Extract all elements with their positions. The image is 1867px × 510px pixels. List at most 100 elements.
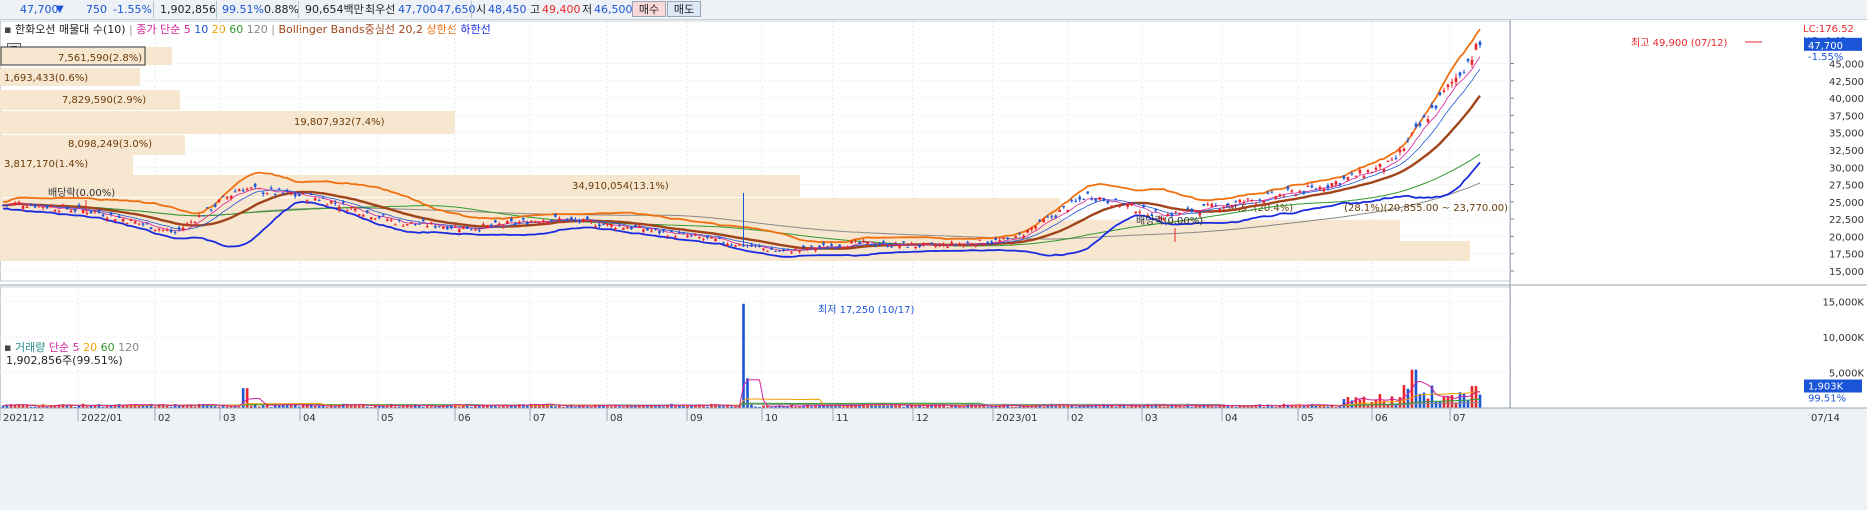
candle-body <box>1382 168 1386 172</box>
price-tick-label: 42,500 <box>1829 77 1864 88</box>
candle-body <box>622 227 625 230</box>
candle-body <box>165 229 169 231</box>
candle-body <box>133 221 137 224</box>
stock-chart[interactable]: 7,561,590(2.8%) 1,693,433(0.6%) 7,829,590(… <box>0 20 1867 510</box>
time-axis: 2021/12 2022/01 02 03 04 05 06 07 08 09 10 11 12 2023… <box>0 407 1867 510</box>
volume-pane <box>0 286 1511 409</box>
candle-body <box>417 223 421 225</box>
candle-body <box>1002 237 1005 239</box>
candle-body <box>1142 205 1146 207</box>
candle-body <box>1266 192 1270 194</box>
candle-body <box>337 206 341 210</box>
price-tick-label: 22,500 <box>1829 215 1864 226</box>
candle-body <box>1298 191 1302 193</box>
candle-body <box>1438 92 1442 95</box>
candle-body <box>1354 176 1358 178</box>
candle-body <box>674 236 677 238</box>
candle-body <box>534 221 537 223</box>
volume-bar <box>1438 401 1442 408</box>
sell-button[interactable]: 매도 <box>667 1 701 17</box>
candle-body <box>1306 186 1310 188</box>
candle-body <box>606 223 609 225</box>
candle-body <box>922 243 925 245</box>
right-axis: 45,00042,50040,00037,50035,00032,50030,0… <box>1510 24 1864 405</box>
candle-body <box>321 197 325 199</box>
candle-body <box>642 229 645 232</box>
best-ask: 47,700 <box>398 3 437 16</box>
candle-body <box>1178 212 1182 214</box>
volume-bar <box>1466 399 1470 408</box>
candle-body <box>1174 211 1178 213</box>
candle-body <box>265 193 269 195</box>
candle-body <box>225 197 229 199</box>
candle-body <box>97 210 101 213</box>
candle-body <box>834 247 837 249</box>
volume-bar <box>1434 401 1438 408</box>
candle-body <box>1182 210 1186 212</box>
candle-body <box>189 221 193 223</box>
candle-body <box>253 183 257 187</box>
candle-body <box>510 218 513 222</box>
range-annotation: (28.1%)(20,855.00 ~ 23,770.00) <box>1344 203 1508 214</box>
price-tick-label: 30,000 <box>1829 163 1864 174</box>
open-label: 시 <box>476 3 487 16</box>
low-label: 저 <box>582 3 593 16</box>
candle-body <box>1290 190 1294 192</box>
candle-body <box>1458 72 1462 76</box>
candle-body <box>1346 176 1350 180</box>
high-price: 49,400 <box>542 3 581 16</box>
candle-body <box>433 225 437 228</box>
candle-body <box>1134 211 1138 214</box>
candle-body <box>618 225 621 227</box>
price-tick-label: 40,000 <box>1829 94 1864 105</box>
price-tick-label: 15,000 <box>1829 267 1864 278</box>
candle-body <box>782 248 785 251</box>
candle-body <box>862 240 865 242</box>
time-tick-label: 02 <box>1071 413 1084 424</box>
candle-body <box>105 218 109 221</box>
candle-body <box>201 215 205 217</box>
candle-body <box>806 248 809 251</box>
candle-body <box>974 245 977 247</box>
candle-body <box>1122 203 1126 205</box>
candle-body <box>405 223 409 226</box>
candle-body <box>1462 72 1466 74</box>
candle-body <box>17 202 21 205</box>
candle-body <box>297 193 301 197</box>
candle-body <box>293 193 297 197</box>
candle-body <box>61 204 65 206</box>
candle-body <box>349 207 353 209</box>
candle-body <box>121 219 125 222</box>
candle-body <box>69 210 73 213</box>
candle-body <box>574 219 577 221</box>
candle-body <box>578 220 581 223</box>
candle-body <box>946 247 949 249</box>
candle-body <box>185 223 189 225</box>
candle-body <box>1046 216 1050 218</box>
candle-body <box>141 223 145 225</box>
candle-body <box>1378 163 1382 167</box>
volume-tick-label: 10,000K <box>1822 333 1864 344</box>
candle-body <box>1362 176 1366 179</box>
candle-body <box>209 209 213 211</box>
volume-bar <box>1474 386 1478 408</box>
candle-body <box>1098 197 1102 200</box>
candle-body <box>1066 209 1070 212</box>
candle-body <box>1278 194 1282 197</box>
candle-body <box>401 225 405 227</box>
candle-body <box>1358 169 1362 174</box>
candle-body <box>1294 195 1298 197</box>
candle-body <box>538 222 541 225</box>
best-quote-label: 최우선 <box>365 3 396 16</box>
candle-body <box>502 225 505 227</box>
candle-body <box>818 245 821 248</box>
candle-body <box>177 227 181 230</box>
candle-body <box>1030 228 1033 230</box>
candle-body <box>930 242 933 244</box>
candle-body <box>742 244 745 247</box>
candle-body <box>85 213 89 215</box>
candle-body <box>594 226 597 228</box>
volume-ratio: 99.51% <box>222 3 264 16</box>
candle-body <box>778 250 781 252</box>
buy-button[interactable]: 매수 <box>632 1 666 17</box>
